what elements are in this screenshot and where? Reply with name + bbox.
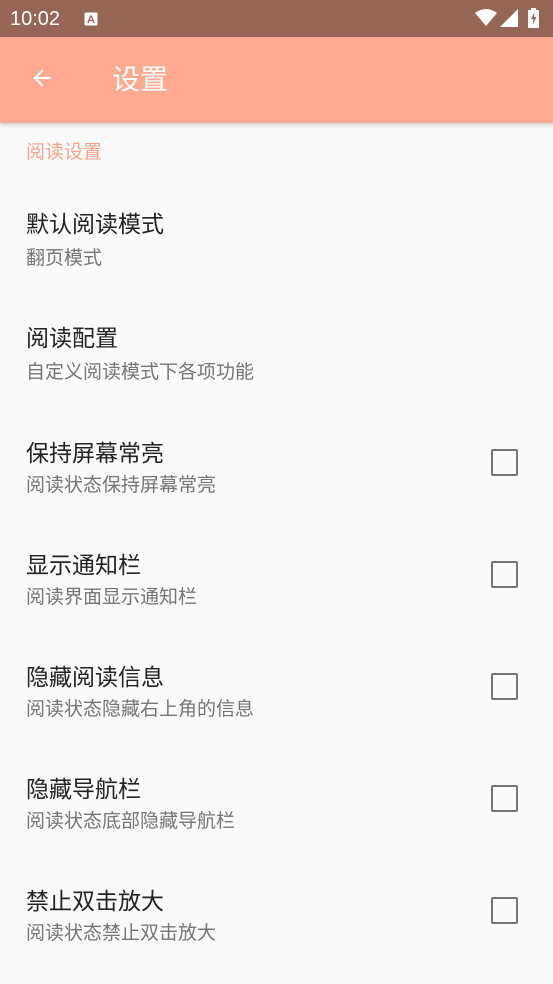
hide-read-info-checkbox[interactable] bbox=[491, 673, 518, 700]
a-icon: A bbox=[84, 11, 98, 26]
pref-title: 默认阅读模式 bbox=[26, 212, 164, 238]
pref-title: 显示通知栏 bbox=[26, 553, 141, 579]
signal-icon bbox=[500, 9, 518, 31]
pref-summary: 阅读界面显示通知栏 bbox=[26, 586, 198, 608]
status-bar: 10:02 A bbox=[0, 0, 553, 37]
pref-summary: 自定义阅读模式下各项功能 bbox=[26, 361, 255, 383]
page-title: 设置 bbox=[112, 63, 169, 96]
pref-summary: 阅读状态底部隐藏导航栏 bbox=[26, 810, 236, 832]
category-title: 阅读设置 bbox=[26, 141, 103, 163]
status-time: 10:02 bbox=[10, 8, 61, 30]
disable-double-tap-zoom-checkbox[interactable] bbox=[491, 897, 518, 924]
pref-summary: 阅读状态隐藏右上角的信息 bbox=[26, 698, 255, 720]
pref-hide-read-info[interactable]: 隐藏阅读信息 阅读状态隐藏右上角的信息 bbox=[0, 637, 553, 749]
pref-summary: 阅读状态保持屏幕常亮 bbox=[26, 474, 217, 496]
show-notification-bar-checkbox[interactable] bbox=[491, 561, 518, 588]
pref-disable-double-tap-zoom[interactable]: 禁止双击放大 阅读状态禁止双击放大 bbox=[0, 861, 553, 973]
pref-default-read-mode[interactable]: 默认阅读模式 翻页模式 bbox=[0, 183, 553, 295]
pref-hide-navigation-bar[interactable]: 隐藏导航栏 阅读状态底部隐藏导航栏 bbox=[0, 749, 553, 861]
pref-title: 隐藏导航栏 bbox=[26, 777, 141, 803]
pref-title: 隐藏阅读信息 bbox=[26, 665, 164, 691]
pref-summary: 阅读状态禁止双击放大 bbox=[26, 922, 217, 944]
svg-text:A: A bbox=[87, 14, 95, 26]
pref-title: 阅读配置 bbox=[26, 326, 118, 352]
wifi-icon bbox=[475, 9, 497, 31]
battery-charging-icon bbox=[528, 8, 539, 32]
app-bar: 设置 bbox=[0, 37, 553, 123]
pref-show-notification-bar[interactable]: 显示通知栏 阅读界面显示通知栏 bbox=[0, 525, 553, 637]
arrow-left-icon bbox=[29, 65, 55, 95]
pref-read-config[interactable]: 阅读配置 自定义阅读模式下各项功能 bbox=[0, 297, 553, 409]
hide-navigation-bar-checkbox[interactable] bbox=[491, 785, 518, 812]
pref-keep-screen-on[interactable]: 保持屏幕常亮 阅读状态保持屏幕常亮 bbox=[0, 413, 553, 525]
back-button[interactable] bbox=[20, 58, 64, 102]
keep-screen-on-checkbox[interactable] bbox=[491, 449, 518, 476]
pref-title: 禁止双击放大 bbox=[26, 889, 164, 915]
pref-title: 保持屏幕常亮 bbox=[26, 441, 164, 467]
pref-summary: 翻页模式 bbox=[26, 247, 103, 269]
